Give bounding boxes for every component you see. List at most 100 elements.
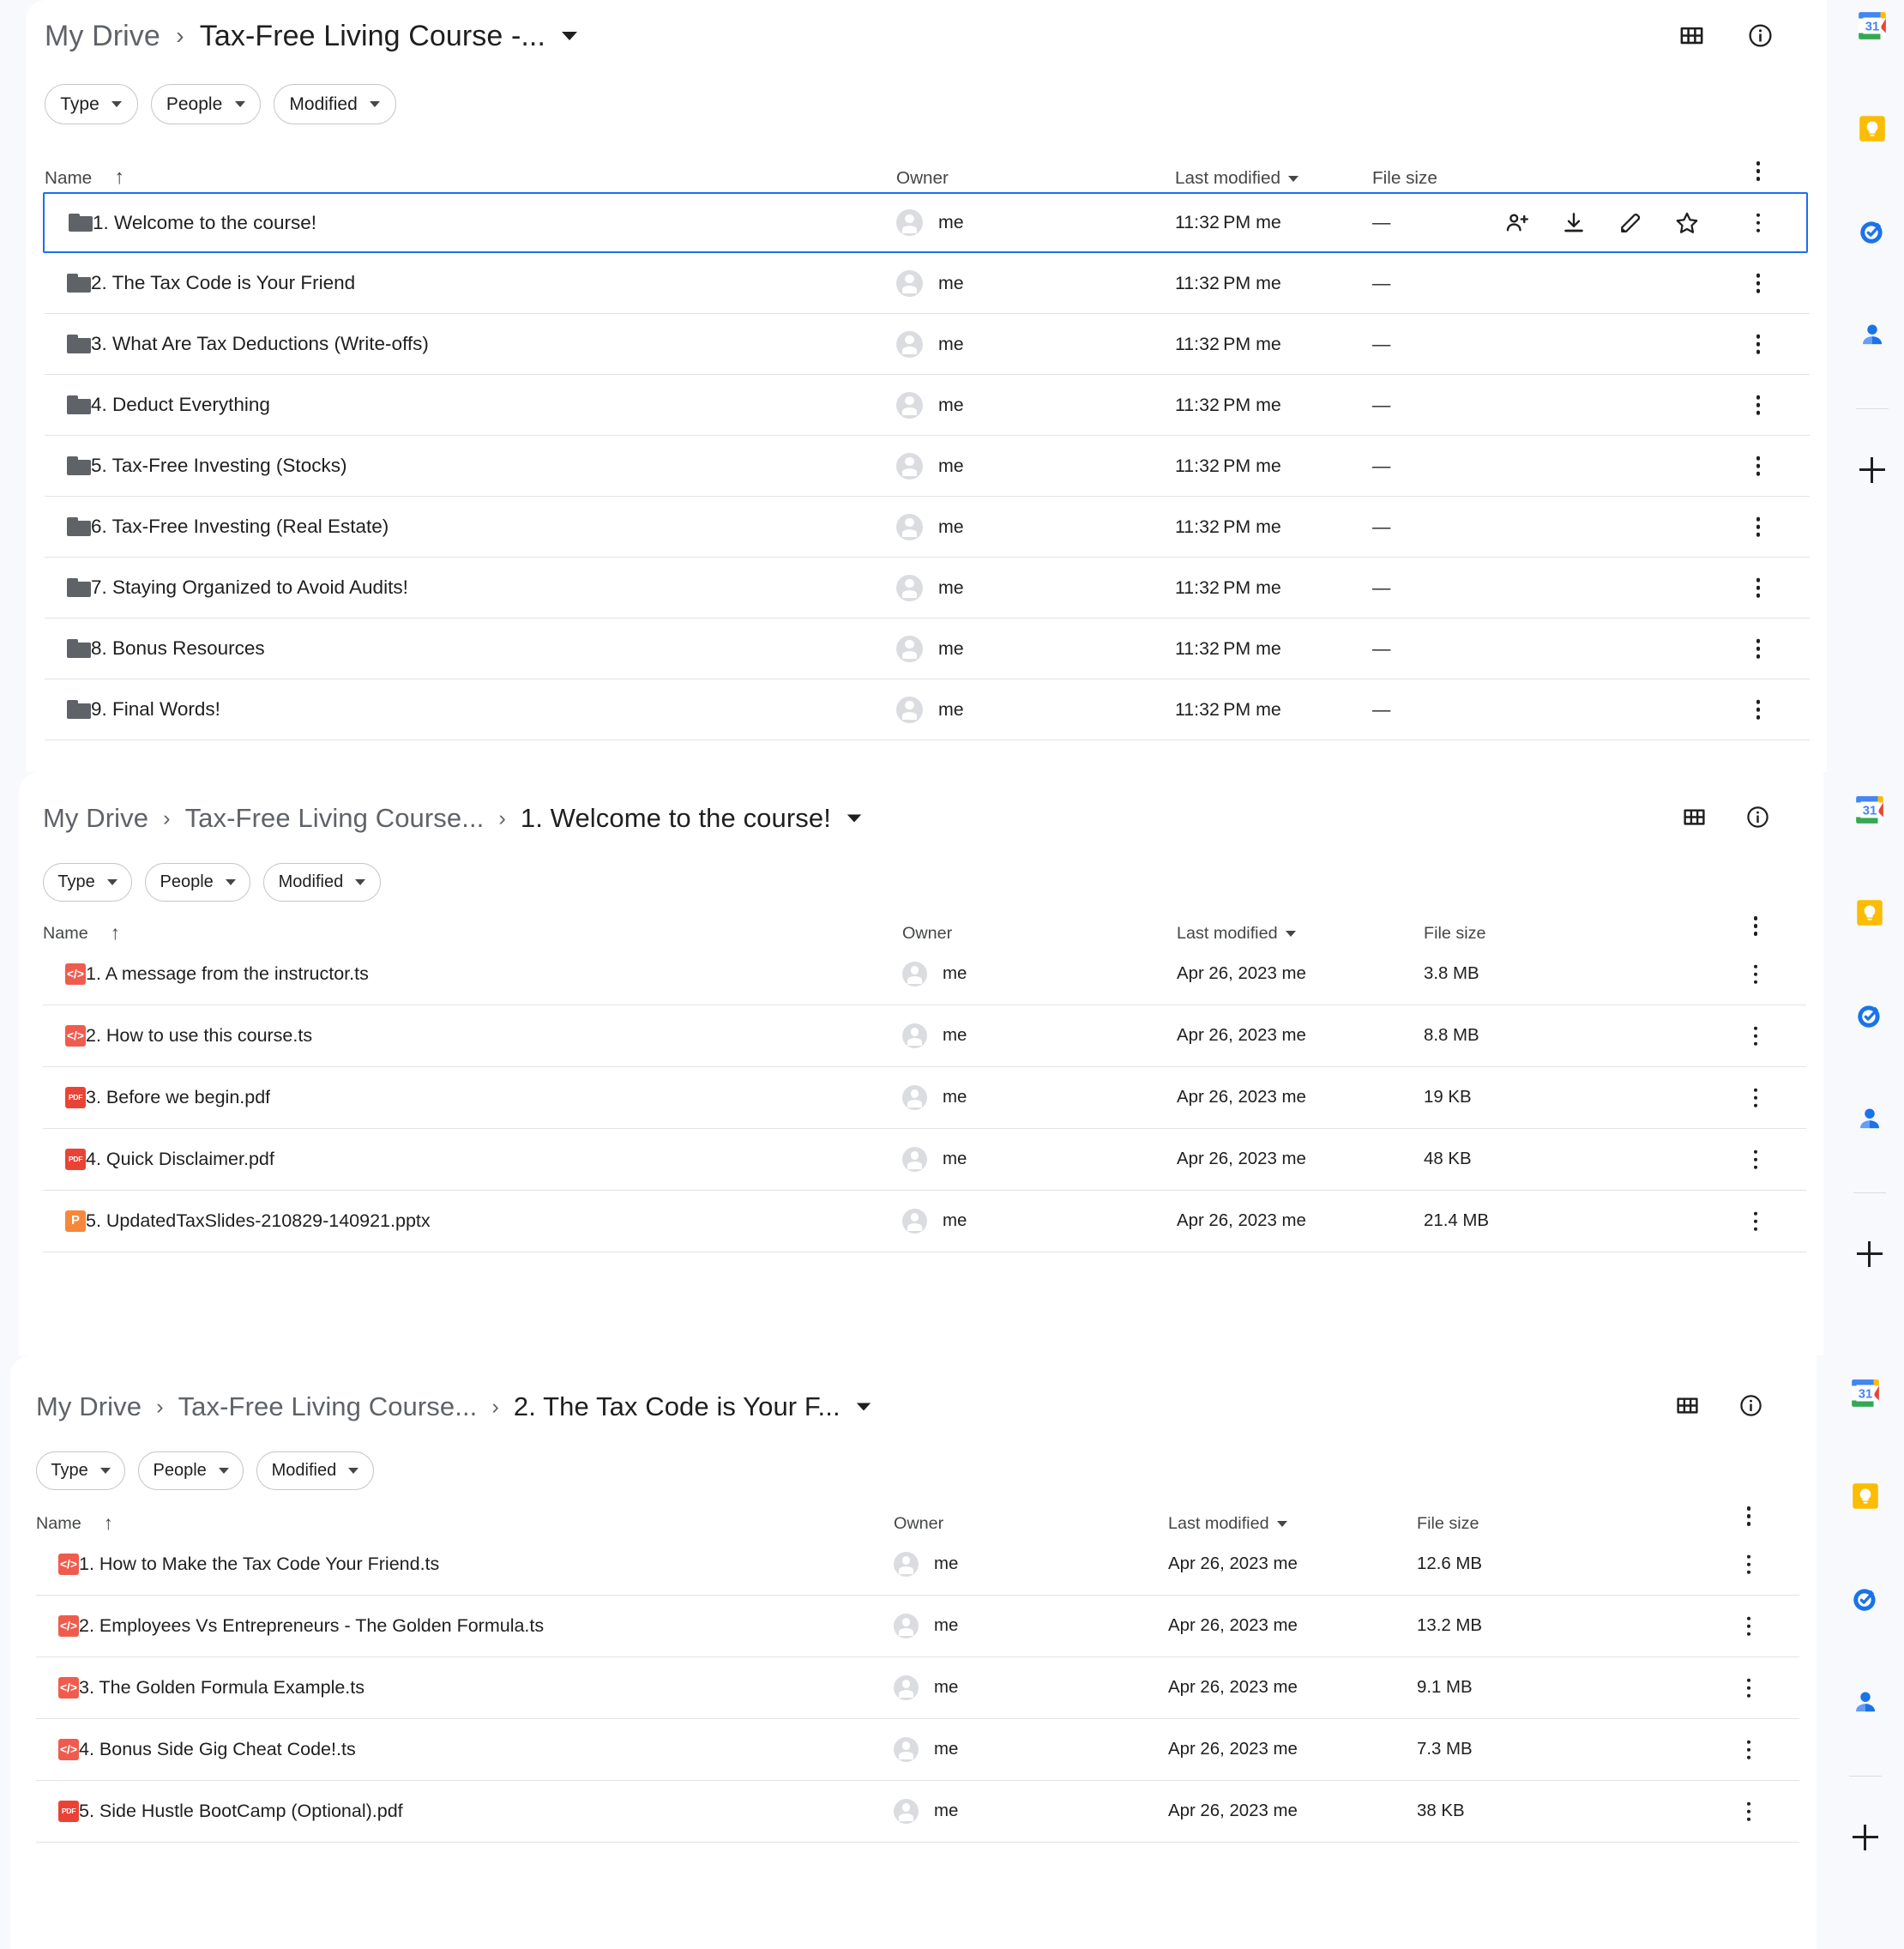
column-header-last-modified[interactable]: Last modified <box>1177 924 1296 944</box>
row-more-actions-icon[interactable] <box>1736 1616 1762 1636</box>
column-options-icon[interactable] <box>1736 1506 1762 1526</box>
row-more-actions-icon[interactable] <box>1745 213 1771 232</box>
table-row[interactable]: PDF 4. Quick Disclaimer.pdf me Apr 26, 2023… <box>43 1129 1806 1191</box>
table-row[interactable]: 1. Welcome to the course! me 11:32 PM me — <box>43 192 1808 253</box>
column-header-owner[interactable]: Owner <box>902 924 952 944</box>
info-icon[interactable] <box>1738 1393 1763 1418</box>
row-more-actions-icon[interactable] <box>1743 1088 1768 1107</box>
breadcrumb-link[interactable]: Tax-Free Living Course... <box>175 1391 481 1422</box>
add-apps-icon[interactable] <box>1847 1819 1884 1856</box>
table-row[interactable]: 6. Tax-Free Investing (Real Estate) me 11:… <box>45 497 1810 558</box>
rename-icon[interactable] <box>1618 210 1643 236</box>
table-row[interactable]: </> 2. Employees Vs Entrepreneurs - The G… <box>36 1596 1799 1657</box>
column-header-owner[interactable]: Owner <box>896 168 949 189</box>
google-tasks-icon[interactable] <box>1853 213 1891 250</box>
share-icon[interactable] <box>1504 210 1530 236</box>
filter-chip-modified[interactable]: Modified <box>274 84 396 125</box>
grid-view-icon[interactable] <box>1682 805 1707 830</box>
filter-chip-modified[interactable]: Modified <box>263 863 381 902</box>
row-more-actions-icon[interactable] <box>1743 1026 1768 1046</box>
folder-menu-caret-icon[interactable] <box>562 32 578 40</box>
panel-2: My Drive › Tax-Free Living Course... › 1. We… <box>0 772 1904 1355</box>
breadcrumb-separator-icon: › <box>163 806 171 830</box>
row-more-actions-icon[interactable] <box>1745 334 1771 354</box>
owner-name: me <box>934 1740 959 1759</box>
filter-chip-people[interactable]: People <box>145 863 251 902</box>
column-options-icon[interactable] <box>1743 916 1768 936</box>
row-more-actions-icon[interactable] <box>1745 273 1771 293</box>
breadcrumb-link[interactable]: My Drive <box>39 803 152 834</box>
google-tasks-icon[interactable] <box>1851 997 1889 1035</box>
table-row[interactable]: 7. Staying Organized to Avoid Audits! me 1… <box>45 558 1810 618</box>
column-header-name-group[interactable]: Name ↑ <box>43 923 120 944</box>
column-header-owner[interactable]: Owner <box>894 1514 943 1534</box>
table-row[interactable]: </> 3. The Golden Formula Example.ts me Apr… <box>36 1657 1799 1719</box>
filter-chip-type[interactable]: Type <box>45 84 138 125</box>
folder-menu-caret-icon[interactable] <box>856 1403 871 1411</box>
row-more-actions-icon[interactable] <box>1743 964 1768 984</box>
table-row[interactable]: 4. Deduct Everything me 11:32 PM me — <box>45 375 1810 436</box>
column-header-file-size[interactable]: File size <box>1417 1514 1479 1534</box>
row-more-actions-icon[interactable] <box>1736 1678 1762 1698</box>
row-more-actions-icon[interactable] <box>1745 577 1771 598</box>
google-keep-icon[interactable] <box>1853 110 1891 148</box>
filter-chip-people[interactable]: People <box>138 1451 244 1490</box>
table-row[interactable]: 5. Tax-Free Investing (Stocks) me 11:32 PM… <box>45 436 1810 497</box>
google-keep-icon[interactable] <box>1851 894 1889 932</box>
google-contacts-icon[interactable] <box>1853 316 1891 353</box>
table-row[interactable]: PDF 5. Side Hustle BootCamp (Optional).pd… <box>36 1781 1799 1843</box>
google-keep-icon[interactable] <box>1847 1477 1884 1515</box>
column-header-name-group[interactable]: Name ↑ <box>36 1513 113 1534</box>
column-options-icon[interactable] <box>1745 161 1771 181</box>
info-icon[interactable] <box>1747 22 1774 49</box>
table-row[interactable]: 9. Final Words! me 11:32 PM me — <box>45 679 1810 740</box>
table-row[interactable]: 8. Bonus Resources me 11:32 PM me — <box>45 618 1810 679</box>
row-more-actions-icon[interactable] <box>1736 1554 1762 1574</box>
google-calendar-icon[interactable]: 31 <box>1847 1374 1884 1412</box>
filter-chip-type[interactable]: Type <box>43 863 133 902</box>
folder-menu-caret-icon[interactable] <box>847 814 862 823</box>
add-apps-icon[interactable] <box>1853 451 1891 489</box>
google-tasks-icon[interactable] <box>1847 1580 1884 1618</box>
row-more-actions-icon[interactable] <box>1743 1211 1768 1231</box>
column-header-last-modified[interactable]: Last modified <box>1168 1514 1287 1534</box>
table-row[interactable]: </> 4. Bonus Side Gig Cheat Code!.ts me Apr… <box>36 1719 1799 1781</box>
google-contacts-icon[interactable] <box>1851 1100 1889 1137</box>
breadcrumb-link[interactable]: My Drive <box>41 20 164 53</box>
table-row[interactable]: 2. The Tax Code is Your Friend me 11:32 PM… <box>45 253 1810 314</box>
table-row[interactable]: </> 1. How to Make the Tax Code Your Frie… <box>36 1534 1799 1596</box>
row-more-actions-icon[interactable] <box>1745 638 1771 659</box>
column-header-last-modified[interactable]: Last modified <box>1175 168 1299 189</box>
grid-view-icon[interactable] <box>1678 22 1705 49</box>
google-calendar-icon[interactable]: 31 <box>1851 791 1889 829</box>
row-more-actions-icon[interactable] <box>1745 395 1771 415</box>
row-owner-cell: me <box>896 513 964 540</box>
table-row[interactable]: 3. What Are Tax Deductions (Write-offs) m… <box>45 314 1810 375</box>
table-row[interactable]: P 5. UpdatedTaxSlides-210829-140921.pptx m… <box>43 1191 1806 1252</box>
row-more-actions-icon[interactable] <box>1736 1801 1762 1821</box>
google-contacts-icon[interactable] <box>1847 1683 1884 1721</box>
google-calendar-icon[interactable]: 31 <box>1853 7 1891 45</box>
table-row[interactable]: </> 2. How to use this course.ts me Apr 26,… <box>43 1005 1806 1067</box>
row-more-actions-icon[interactable] <box>1736 1740 1762 1759</box>
filter-chip-type[interactable]: Type <box>36 1451 126 1490</box>
breadcrumb-link[interactable]: My Drive <box>33 1391 145 1422</box>
star-icon[interactable] <box>1674 210 1700 236</box>
filter-chip-people[interactable]: People <box>150 84 262 125</box>
column-header-name-group[interactable]: Name ↑ <box>45 168 124 189</box>
row-more-actions-icon[interactable] <box>1745 699 1771 720</box>
row-more-actions-icon[interactable] <box>1743 1149 1768 1169</box>
column-header-file-size[interactable]: File size <box>1372 168 1437 189</box>
info-icon[interactable] <box>1745 805 1770 830</box>
breadcrumb-link[interactable]: Tax-Free Living Course... <box>182 803 488 834</box>
download-icon[interactable] <box>1561 210 1587 236</box>
grid-view-icon[interactable] <box>1675 1393 1700 1418</box>
filter-chip-modified[interactable]: Modified <box>256 1451 374 1490</box>
owner-name: me <box>938 212 964 232</box>
row-more-actions-icon[interactable] <box>1745 456 1771 476</box>
table-row[interactable]: </> 1. A message from the instructor.ts me… <box>43 944 1806 1005</box>
column-header-file-size[interactable]: File size <box>1424 924 1486 944</box>
table-row[interactable]: PDF 3. Before we begin.pdf me Apr 26, 2023 … <box>43 1067 1806 1129</box>
add-apps-icon[interactable] <box>1851 1235 1889 1273</box>
row-more-actions-icon[interactable] <box>1745 516 1771 537</box>
